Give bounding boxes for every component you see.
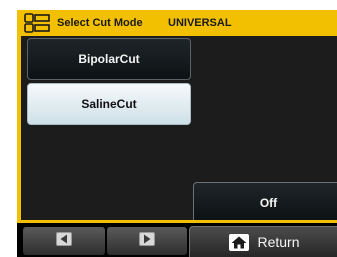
header-mode-label: UNIVERSAL <box>168 17 232 29</box>
arrow-left-icon <box>56 231 72 251</box>
off-button[interactable]: Off <box>193 182 337 224</box>
home-icon <box>229 233 250 251</box>
next-button[interactable] <box>107 227 187 255</box>
return-button[interactable]: Return <box>189 226 337 257</box>
device-screen: Select Cut Mode UNIVERSAL BipolarCut Sal… <box>17 10 337 257</box>
mode-list-area: BipolarCut SalineCut Off <box>17 36 337 224</box>
saline-cut-button[interactable]: SalineCut <box>27 83 191 125</box>
bipolar-cut-button[interactable]: BipolarCut <box>27 38 191 80</box>
return-label: Return <box>257 234 300 250</box>
arrow-right-icon <box>139 231 155 251</box>
previous-button[interactable] <box>23 227 105 255</box>
footer-bar: Return <box>17 223 337 257</box>
mode-select-icon <box>17 10 57 36</box>
header-bar: Select Cut Mode UNIVERSAL <box>17 10 337 36</box>
header-title: Select Cut Mode <box>57 17 143 29</box>
